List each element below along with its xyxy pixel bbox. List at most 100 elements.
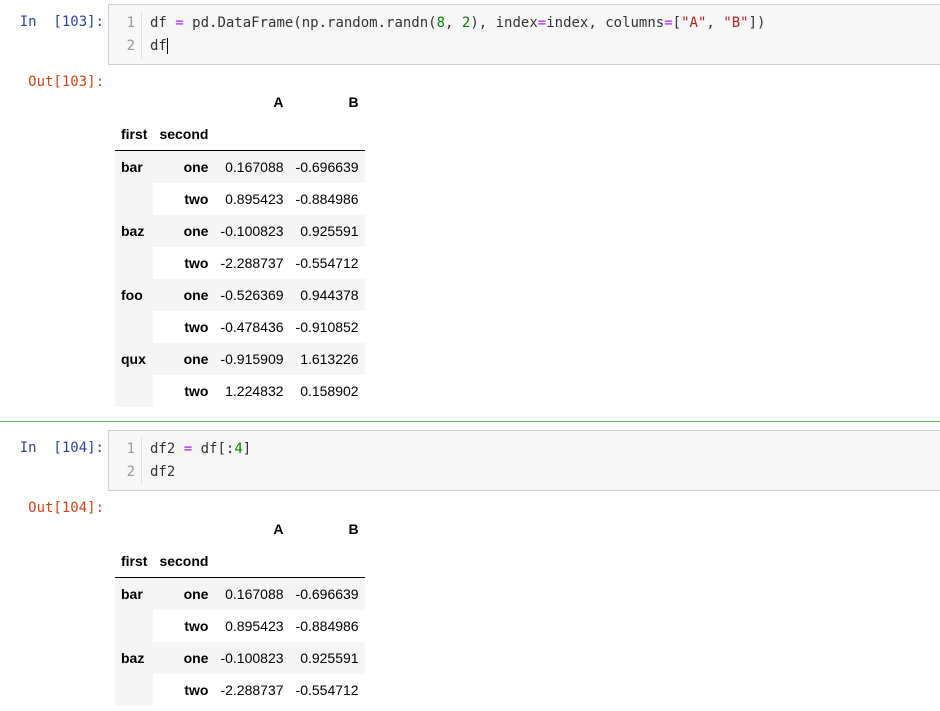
- line-number: 2: [109, 35, 142, 58]
- cell-value: -2.288737: [220, 682, 284, 698]
- line-number: 1: [109, 438, 142, 461]
- index-level-1: one: [153, 279, 215, 311]
- table-row: qux one -0.915909 1.613226: [115, 343, 365, 407]
- cell-value: 0.895423: [225, 618, 284, 634]
- cell-value: 1.224832: [225, 383, 284, 399]
- blank-header: [153, 86, 214, 118]
- cell-value: -0.100823: [214, 642, 290, 674]
- column-header: A: [273, 521, 284, 537]
- index-name: first: [115, 545, 154, 578]
- cell-value: 0.944378: [289, 279, 365, 311]
- cell-value: -0.478436: [220, 319, 284, 335]
- code-token: df: [150, 38, 167, 54]
- column-header: B: [348, 521, 359, 537]
- index-name: second: [153, 545, 215, 578]
- code-token-number: 4: [234, 441, 243, 457]
- code-token-operator: =: [175, 15, 184, 31]
- index-level-1: one: [153, 642, 215, 674]
- line-number: 1: [109, 12, 142, 35]
- blank-header: [214, 118, 290, 151]
- index-level-0: qux: [115, 343, 154, 407]
- code-token: ]: [242, 441, 252, 457]
- index-names-row: first second: [115, 545, 365, 578]
- line-number: 2: [109, 461, 142, 484]
- cell-selection-divider: [0, 421, 940, 422]
- index-level-0: foo: [115, 279, 154, 343]
- index-level-1: two: [184, 383, 209, 399]
- cell-value: 0.925591: [289, 215, 365, 247]
- index-level-1: two: [184, 618, 209, 634]
- code-token-operator: =: [537, 15, 547, 31]
- code-token: df2: [150, 441, 184, 457]
- column-header: B: [348, 94, 359, 110]
- cell-value: -0.884986: [295, 191, 359, 207]
- code-cell-input[interactable]: 1 df = pd.DataFrame(np.random.randn(8, 2)…: [108, 4, 940, 65]
- cell-value: -0.554712: [295, 255, 359, 271]
- index-level-1: one: [153, 577, 215, 610]
- code-line: 1 df2 = df[:4]: [109, 438, 251, 461]
- blank-header: [289, 118, 365, 151]
- cell-value: -0.100823: [214, 215, 290, 247]
- index-level-1: two: [184, 319, 209, 335]
- table-row: baz one -0.100823 0.925591: [115, 642, 365, 706]
- blank-header: [115, 86, 153, 118]
- cell-value: 0.925591: [289, 642, 365, 674]
- code-token-string: "A": [681, 15, 707, 31]
- index-level-0: bar: [115, 577, 154, 642]
- column-header-row: A B: [115, 86, 365, 118]
- code-line: 2 df2: [109, 461, 175, 484]
- index-level-0: baz: [115, 642, 154, 706]
- column-header: A: [273, 94, 284, 110]
- code-token: ), index: [470, 15, 538, 31]
- output-prompt: Out[103]:: [28, 74, 104, 90]
- cell-value: 0.167088: [214, 577, 290, 610]
- input-prompt: In [103]:: [19, 14, 104, 30]
- dataframe-table: A B first second bar one 0.167088 -0.696…: [115, 513, 365, 706]
- index-level-1: two: [184, 682, 209, 698]
- code-token: index, columns: [546, 15, 665, 31]
- index-level-1: one: [153, 215, 215, 247]
- cell-value: -2.288737: [220, 255, 284, 271]
- code-line: 1 df = pd.DataFrame(np.random.randn(8, 2)…: [109, 12, 765, 35]
- text-cursor: [166, 38, 168, 54]
- blank-header: [214, 545, 290, 578]
- cell-value: 0.158902: [300, 383, 359, 399]
- index-level-1: two: [184, 255, 209, 271]
- index-level-1: two: [184, 191, 209, 207]
- index-level-1: one: [153, 343, 215, 375]
- code-token-string: "B": [723, 15, 749, 31]
- table-row: foo one -0.526369 0.944378: [115, 279, 365, 343]
- code-cell-input[interactable]: 1 df2 = df[:4] 2 df2: [108, 430, 940, 491]
- input-prompt: In [104]:: [19, 440, 104, 456]
- code-token-operator: =: [664, 15, 673, 31]
- index-name: second: [153, 118, 215, 151]
- code-token: ]): [748, 15, 766, 31]
- cell-value: 0.167088: [214, 150, 290, 183]
- code-token: df: [150, 15, 176, 31]
- code-token: ,: [445, 15, 462, 31]
- output-prompt: Out[104]:: [28, 500, 104, 516]
- code-token: df[:: [192, 441, 235, 457]
- code-token: ,: [706, 15, 724, 31]
- blank-header: [289, 545, 365, 578]
- code-line: 2 df: [109, 35, 168, 58]
- code-token: pd.DataFrame(np.random.randn(: [183, 15, 437, 31]
- column-header-row: A B: [115, 513, 365, 545]
- cell-value: -0.915909: [214, 343, 290, 375]
- blank-header: [153, 513, 214, 545]
- index-level-1: one: [153, 150, 215, 183]
- code-token-number: 8: [436, 15, 446, 31]
- cell-value: -0.696639: [289, 577, 365, 610]
- index-level-0: baz: [115, 215, 154, 279]
- index-level-0: bar: [115, 150, 154, 215]
- code-token: [: [672, 15, 682, 31]
- cell-value: -0.884986: [295, 618, 359, 634]
- cell-value: 1.613226: [289, 343, 365, 375]
- cell-value: 0.895423: [225, 191, 284, 207]
- cell-value: -0.910852: [295, 319, 359, 335]
- cell-value: -0.696639: [289, 150, 365, 183]
- index-names-row: first second: [115, 118, 365, 151]
- dataframe-table: A B first second bar one 0.167088 -0.696…: [115, 86, 365, 407]
- blank-header: [115, 513, 153, 545]
- cell-value: -0.554712: [295, 682, 359, 698]
